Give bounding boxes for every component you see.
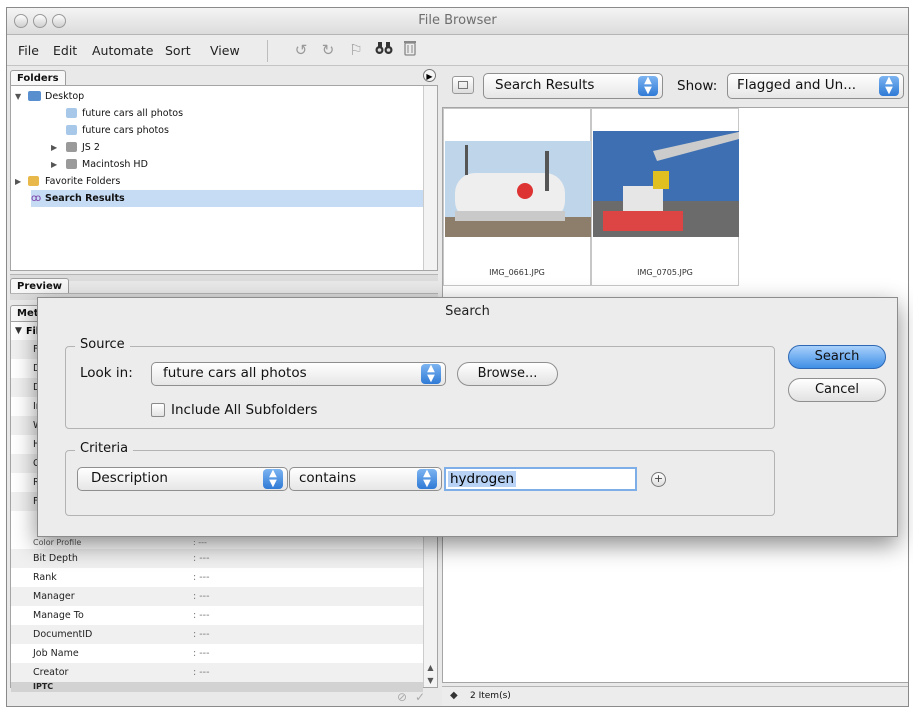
menu-automate[interactable]: Automate [92,43,153,58]
checkmark-icon[interactable]: ✓ [415,690,429,704]
tab-folders[interactable]: Folders [10,70,66,86]
show-label: Show: [677,78,718,94]
include-subfolders-checkbox[interactable] [151,403,165,417]
folders-scrollbar[interactable] [423,86,437,270]
tree-item-js2[interactable]: ▶ JS 2 [11,139,437,156]
criteria-field-popup[interactable]: Description ▲ ▼ [77,467,288,491]
search-dialog: Search Source Look in: future cars all p… [37,297,898,537]
metadata-row-manage-to: Manage To: --- [11,606,423,625]
menu-sort[interactable]: Sort [165,43,191,58]
add-criteria-icon[interactable]: + [651,472,666,487]
metadata-row-creator: Creator: --- [11,663,423,682]
view-toggle-icon[interactable]: ◆ [450,690,458,701]
metadata-row-manager: Manager: --- [11,587,423,606]
metadata-row-job-name: Job Name: --- [11,644,423,663]
thumbnail-img-0661[interactable]: IMG_0661.JPG [443,108,591,286]
criteria-operator-popup[interactable]: contains ▲ ▼ [289,467,442,491]
tree-item-search-results[interactable]: ꝏ Search Results [31,190,423,207]
scroll-up-icon[interactable]: ▲ [424,661,437,674]
item-count: 2 Item(s) [470,691,511,701]
criteria-value-input[interactable]: hydrogen [444,467,637,491]
criteria-group-label: Criteria [75,441,134,456]
toolbar-separator [267,40,268,62]
binoculars-icon[interactable] [374,40,394,60]
folder-icon [66,108,77,118]
thumbnail-image [593,131,739,237]
metadata-row-document-id: DocumentID: --- [11,625,423,644]
disk-icon [66,142,77,152]
menu-file[interactable]: File [18,43,39,58]
menu-view[interactable]: View [210,43,240,58]
tree-item-favorite-folders[interactable]: ▶ Favorite Folders [11,173,437,190]
browse-button[interactable]: Browse... [457,362,558,386]
tab-preview[interactable]: Preview [10,278,70,294]
popup-arrows-icon: ▲ ▼ [417,469,437,489]
tree-item-future-cars-all-photos[interactable]: future cars all photos [11,105,437,122]
location-popup[interactable]: Search Results ▲ ▼ [483,73,663,99]
desktop-icon [28,91,41,101]
tree-item-future-cars-photos[interactable]: future cars photos [11,122,437,139]
folder-icon [66,125,77,135]
source-group: Source Look in: future cars all photos ▲… [65,337,775,429]
pane-divider[interactable] [10,274,438,281]
star-folder-icon [28,176,39,186]
title-bar: File Browser [7,8,908,35]
folders-tree: ▼ Desktop future cars all photos future … [10,85,438,271]
no-entry-icon[interactable]: ⊘ [397,690,411,704]
show-filter-popup[interactable]: Flagged and Un... ▲ ▼ [727,73,904,99]
trash-icon[interactable] [400,40,420,60]
thumbnail-img-0705[interactable]: IMG_0705.JPG [591,108,739,286]
thumbnail-filename: IMG_0705.JPG [637,268,693,277]
location-icon[interactable] [452,76,474,94]
window-title: File Browser [418,13,497,28]
flag-icon[interactable]: ⚐ [346,40,366,60]
tree-item-macintosh-hd[interactable]: ▶ Macintosh HD [11,156,437,173]
cancel-button[interactable]: Cancel [788,378,886,402]
metadata-row-rank: Rank: --- [11,568,423,587]
include-subfolders-label: Include All Subfolders [171,402,318,418]
thumbnail-image [445,141,591,237]
look-in-label: Look in: [80,365,133,381]
popup-arrows-icon: ▲ ▼ [638,76,658,96]
metadata-row: Color Profile: --- [33,538,207,547]
binoculars-icon: ꝏ [31,193,42,204]
rotate-cw-icon[interactable]: ↻ [318,40,338,60]
hard-disk-icon [66,159,77,169]
popup-arrows-icon: ▲ ▼ [263,469,283,489]
folders-options-icon[interactable]: ▶ [423,69,436,82]
look-in-popup[interactable]: future cars all photos ▲ ▼ [151,362,446,386]
menu-bar: File Edit Automate Sort View ↺ ↻ ⚐ [7,35,908,66]
search-button[interactable]: Search [788,345,886,369]
popup-arrows-icon: ▲ ▼ [421,364,441,384]
status-bar: ◆ 2 Item(s) [442,686,908,706]
popup-arrows-icon: ▲ ▼ [879,76,899,96]
metadata-row-bit-depth: Bit Depth: --- [11,549,423,568]
tree-item-desktop[interactable]: ▼ Desktop [11,88,437,105]
menu-edit[interactable]: Edit [53,43,77,58]
dialog-title: Search [445,304,490,319]
section-toggle[interactable]: ▼ [15,326,22,336]
criteria-group: Criteria Description ▲ ▼ contains ▲ ▼ hydr… [65,441,775,516]
thumbnail-filename: IMG_0661.JPG [489,268,545,277]
metadata-section-iptc: IPTC [11,682,423,692]
scroll-down-icon[interactable]: ▼ [424,674,437,687]
source-group-label: Source [75,337,130,352]
rotate-ccw-icon[interactable]: ↺ [291,40,311,60]
